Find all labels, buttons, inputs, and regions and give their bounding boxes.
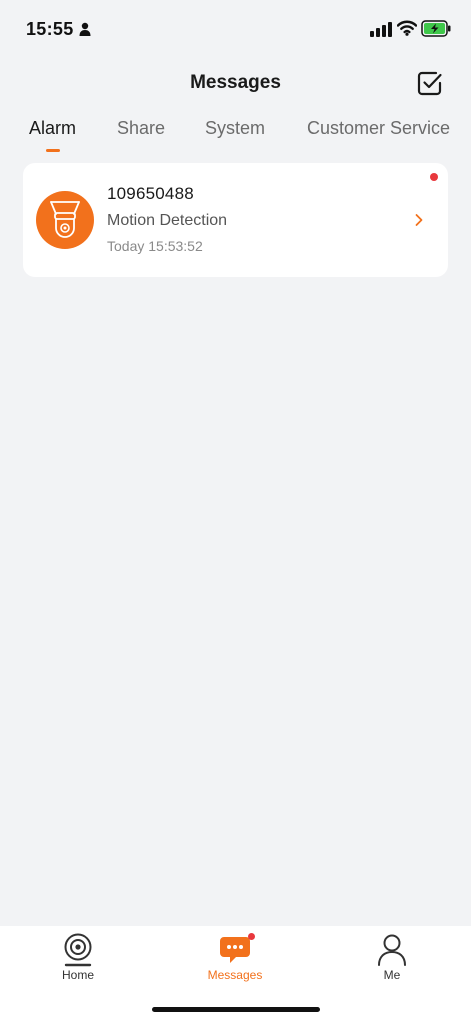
event-type: Motion Detection: [107, 212, 228, 229]
chat-bubble-icon: [220, 937, 250, 963]
device-id: 109650488: [107, 184, 194, 203]
tab-alarm[interactable]: Alarm: [29, 118, 76, 139]
tabbar-label-home: Home: [61, 968, 94, 982]
event-timestamp: Today 15:53:52: [107, 238, 203, 254]
device-avatar: [36, 191, 94, 249]
chevron-right-icon: [415, 214, 423, 226]
tabbar-item-home[interactable]: Home: [28, 930, 128, 990]
navigation-header: Messages: [0, 60, 471, 104]
checkbox-select-icon[interactable]: [416, 69, 444, 97]
security-camera-icon: [50, 201, 80, 238]
tab-system[interactable]: System: [205, 118, 265, 139]
wifi-icon: [397, 20, 417, 36]
tab-share[interactable]: Share: [117, 118, 165, 139]
message-category-tabs: Alarm Share System Customer Service: [0, 110, 471, 154]
tabbar-item-me[interactable]: Me: [342, 930, 442, 990]
home-indicator[interactable]: [152, 1007, 320, 1012]
bottom-tab-bar: Home Messages Me: [0, 926, 471, 1024]
person-icon: [378, 934, 406, 966]
status-bar: 15:55: [0, 0, 471, 60]
battery-charging-icon: [421, 20, 451, 37]
messages-badge: [248, 933, 255, 940]
tab-customer-service[interactable]: Customer Service: [307, 118, 450, 139]
status-time: 15:55: [26, 19, 74, 39]
active-tab-indicator: [46, 149, 60, 152]
person-status-icon: [79, 22, 91, 36]
alarm-message-card[interactable]: 109650488 Motion Detection Today 15:53:5…: [23, 163, 448, 277]
page-title: Messages: [190, 72, 281, 93]
cellular-signal-icon: [370, 22, 392, 37]
tabbar-item-messages[interactable]: Messages: [185, 930, 285, 990]
tabbar-label-messages: Messages: [207, 968, 263, 982]
camera-icon: [64, 933, 92, 967]
tabbar-label-me: Me: [383, 968, 401, 982]
unread-indicator: [430, 173, 438, 181]
